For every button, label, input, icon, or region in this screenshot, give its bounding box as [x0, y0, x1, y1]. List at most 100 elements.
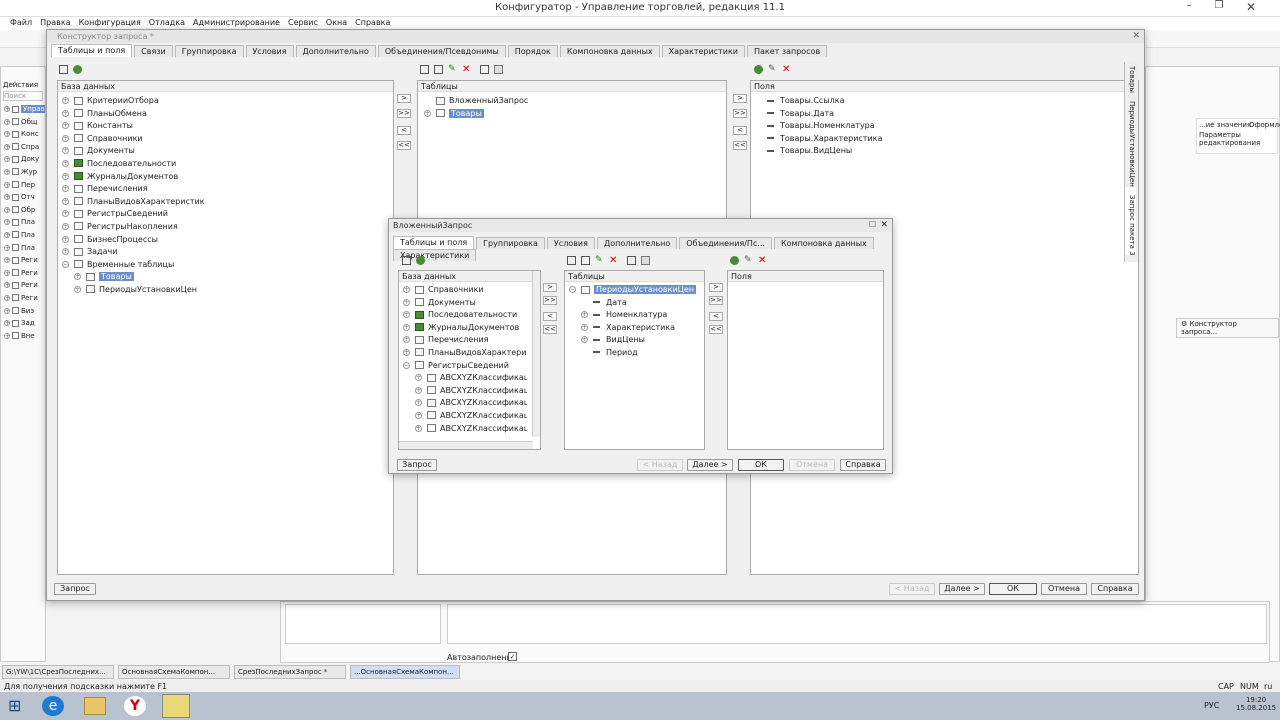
field-row[interactable]: Товары.Дата — [767, 108, 882, 121]
delete-icon[interactable]: ✕ — [609, 256, 618, 266]
subquery-close-icon[interactable]: ✕ — [880, 220, 888, 230]
tab-main-3[interactable]: Условия — [245, 45, 294, 57]
config-tree-item[interactable]: + Реги — [4, 254, 45, 267]
dialog-close-icon[interactable]: ✕ — [1132, 31, 1140, 41]
db-tree-item[interactable]: + Справочники — [62, 133, 205, 146]
tab-main-6[interactable]: Порядок — [507, 45, 558, 57]
table-row[interactable]: + Товары — [424, 108, 528, 121]
refresh-icon[interactable] — [73, 65, 82, 74]
remove-all-fields-button[interactable]: << — [733, 141, 747, 150]
menu-help[interactable]: Справка — [351, 17, 394, 28]
config-tree-item[interactable]: + Общ — [4, 116, 45, 129]
menu-admin[interactable]: Администрирование — [189, 17, 284, 28]
actions-menu[interactable]: Действия — [1, 67, 45, 89]
remove-all-fields-button[interactable]: << — [709, 325, 723, 334]
config-tree-item[interactable]: + Пла — [4, 229, 45, 242]
explorer-icon[interactable] — [84, 697, 106, 715]
db-tree-item[interactable]: + РегистрыСведений — [62, 208, 205, 221]
config-tree-item[interactable]: + Реги — [4, 267, 45, 280]
next-button[interactable]: Далее > — [939, 583, 985, 595]
windows-start-icon[interactable]: ⊞ — [8, 697, 26, 715]
add-all-fields-button[interactable]: >> — [733, 109, 747, 118]
tab-sub-1[interactable]: Группировка — [476, 237, 545, 249]
db-tree-item[interactable]: + ПериодыУстановкиЦен — [62, 284, 205, 297]
remove-button[interactable]: < — [397, 126, 411, 135]
sub-ok-button[interactable]: ОК — [738, 459, 784, 471]
list-icon[interactable] — [402, 256, 411, 265]
sub-db-scrollbar[interactable] — [532, 271, 540, 437]
sub-db-tree-item[interactable]: +ABCXYZКлассификацияН — [403, 423, 527, 436]
delete-icon[interactable]: ✕ — [462, 65, 471, 75]
sub-table-field-row[interactable]: + ВидЦены — [569, 334, 696, 347]
list-icon[interactable] — [59, 65, 68, 74]
remove-all-button[interactable]: << — [397, 141, 411, 150]
sub-table-field-row[interactable]: + Номенклатура — [569, 309, 696, 322]
sub-db-tree-item[interactable]: + Документы — [403, 297, 527, 310]
query-constructor-button[interactable]: ⚙ Конструктор запроса... — [1176, 318, 1279, 338]
ok-button[interactable]: ОК — [989, 583, 1037, 595]
tab-sub-3[interactable]: Дополнительно — [596, 237, 678, 249]
menu-edit[interactable]: Правка — [36, 17, 74, 28]
tab-main-1[interactable]: Связи — [134, 45, 173, 57]
edit-field-icon[interactable]: ✎ — [768, 65, 777, 74]
config-tree-item[interactable]: + Биз — [4, 305, 45, 318]
tree-search-input[interactable]: Поиск (Ctrl+... — [3, 91, 43, 101]
sub-back-button[interactable]: < Назад — [637, 459, 683, 471]
add-field-icon[interactable] — [730, 256, 739, 265]
sub-query-button[interactable]: Запрос — [397, 459, 437, 471]
table-row[interactable]: ВложенныйЗапрос — [424, 95, 528, 108]
config-tree-item[interactable]: + Управ — [4, 103, 45, 116]
remove-all-button[interactable]: << — [543, 325, 557, 334]
sub-db-tree-item[interactable]: + ЖурналыДокументов — [403, 322, 527, 335]
edit-icon[interactable]: ✎ — [448, 65, 457, 74]
tab-main-7[interactable]: Компоновка данных — [559, 45, 660, 57]
sub-db-tree-item[interactable]: +ABCXYZКлассификацияК — [403, 372, 527, 385]
tab-sub-2[interactable]: Условия — [546, 237, 595, 249]
tab-main-5[interactable]: Объединения/Псевдонимы — [377, 45, 506, 57]
db-tree-item[interactable]: + РегистрыНакопления — [62, 221, 205, 234]
config-tree-item[interactable]: + Жур — [4, 166, 45, 179]
config-tree-item[interactable]: + Вне — [4, 330, 45, 343]
sub-db-tree-item[interactable]: +ABCXYZКлассификацияН — [403, 410, 527, 423]
add-all-button[interactable]: >> — [543, 296, 557, 305]
tab-main-9[interactable]: Пакет запросов — [746, 45, 828, 57]
field-row[interactable]: Товары.Характеристика — [767, 133, 882, 146]
config-tree-item[interactable]: + Пла — [4, 216, 45, 229]
config-tree-item[interactable]: + Конс — [4, 128, 45, 141]
sub-next-button[interactable]: Далее > — [687, 459, 733, 471]
query-icon[interactable] — [627, 256, 636, 265]
db-tree-item[interactable]: + Последовательности — [62, 158, 205, 171]
menu-service[interactable]: Сервис — [284, 17, 322, 28]
window-tab[interactable]: G:\YW\1С\СрезПоследних... — [2, 665, 114, 679]
menu-windows[interactable]: Окна — [322, 17, 351, 28]
sub-db-tree-item[interactable]: +ПланыВидовХарактеристик — [403, 347, 527, 360]
sub-table-field-row[interactable]: + Характеристика — [569, 322, 696, 335]
restore-icon[interactable]: ❐ — [1206, 0, 1232, 16]
menu-file[interactable]: Файл — [6, 17, 36, 28]
db-tree-item[interactable]: + ПланыВидовХарактеристик — [62, 196, 205, 209]
delete-field-icon[interactable]: ✕ — [782, 65, 791, 75]
window-tab[interactable]: ОсновнаяСхемаКомпон... — [118, 665, 230, 679]
config-tree-item[interactable]: + Доку — [4, 153, 45, 166]
table-icon[interactable] — [420, 65, 429, 74]
add-all-fields-button[interactable]: >> — [709, 296, 723, 305]
onec-app-icon[interactable] — [162, 694, 190, 718]
sub-db-hscrollbar[interactable] — [399, 441, 533, 449]
tab-sub-4[interactable]: Объединения/Пс... — [679, 237, 772, 249]
side-tab-goods[interactable]: Товары — [1125, 62, 1136, 93]
config-tree-item[interactable]: + Реги — [4, 292, 45, 305]
edit-icon[interactable]: ✎ — [595, 256, 604, 265]
tab-main-4[interactable]: Дополнительно — [295, 45, 376, 57]
add-all-button[interactable]: >> — [397, 109, 411, 118]
sub-db-tree-item[interactable]: +ABCXYZКлассификацияК — [403, 397, 527, 410]
tray-lang[interactable]: РУС — [1204, 701, 1219, 710]
config-tree-item[interactable]: + Реги — [4, 279, 45, 292]
sub-table-field-row[interactable]: +Дата — [569, 297, 696, 310]
window-tab[interactable]: СрезПоследнихЗапрос * — [234, 665, 346, 679]
close-icon[interactable]: ✕ — [1238, 0, 1264, 16]
sub-table-row[interactable]: − ПериодыУстановкиЦен — [569, 284, 697, 297]
query-button[interactable]: Запрос — [54, 583, 96, 595]
sub-db-tree-item[interactable]: + Справочники — [403, 284, 527, 297]
field-row[interactable]: Товары.Номенклатура — [767, 120, 882, 133]
delete-field-icon[interactable]: ✕ — [758, 256, 767, 266]
